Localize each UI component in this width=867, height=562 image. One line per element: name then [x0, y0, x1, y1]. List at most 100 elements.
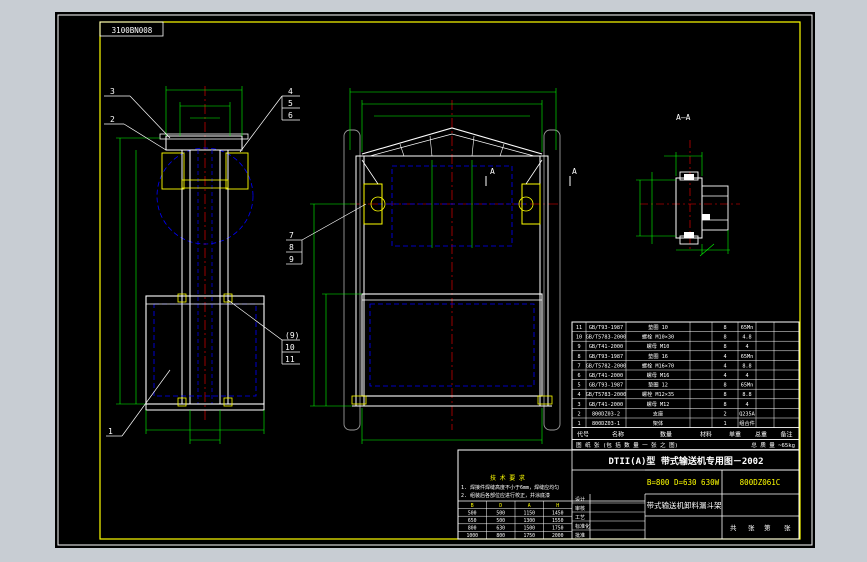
- bom-cell: 800DZ03-2: [592, 411, 620, 417]
- bom-cell: GB/T41-2000: [589, 402, 623, 408]
- bom-cell: 2: [723, 411, 726, 417]
- bom-cell: 8: [723, 383, 726, 389]
- bom-cell: 4.8: [742, 335, 751, 341]
- param-cell: H: [556, 503, 559, 509]
- bom-header-cell: 材料: [700, 431, 712, 439]
- bom-cell: 4: [723, 363, 726, 369]
- approval-label: 批准: [575, 532, 585, 539]
- bom-cell: 螺母 M16: [647, 371, 670, 379]
- notes-line-1: 1. 焊接件焊缝高度不小于6mm，焊缝应均匀: [461, 484, 559, 491]
- section-label: A—A: [676, 113, 691, 122]
- sheet-label-4: 张: [784, 523, 791, 532]
- bom-cell: 螺栓 M16×70: [642, 361, 674, 369]
- bom-cell: 11: [576, 325, 582, 331]
- param-cell: 500: [496, 518, 505, 524]
- bom-cell: GB/T5783-2000: [586, 392, 627, 398]
- param-cell: 800: [496, 533, 505, 539]
- bom-cell: 6: [577, 373, 580, 379]
- bom-cell: 螺母 M10: [647, 342, 670, 350]
- part-number-3: 3: [110, 87, 115, 96]
- param-cell: 1300: [523, 518, 535, 524]
- bom-cell: 架体: [653, 419, 664, 427]
- part-number-1: 1: [108, 427, 113, 436]
- bom-footer-right: 总 质 量 ~65kg: [751, 441, 795, 449]
- param-cell: A: [528, 503, 531, 509]
- bom-cell: GB/T93-1987: [589, 354, 623, 360]
- part-number-8: 8: [289, 243, 294, 252]
- bom-cell: 4: [577, 392, 580, 398]
- bom-header-cell: 单重: [729, 431, 741, 439]
- approval-label: 审核: [575, 505, 585, 512]
- bom-cell: 8.8: [742, 392, 751, 398]
- notes-heading: 技 术 要 求: [490, 474, 525, 482]
- spec-code: 800DZ061C: [740, 478, 781, 487]
- bom-cell: GB/T93-1987: [589, 383, 623, 389]
- part-number-9: 9: [289, 255, 294, 264]
- part-number-11: 11: [285, 355, 295, 364]
- approval-label: 设计: [575, 496, 585, 503]
- bom-header-cell: 代号: [577, 431, 589, 439]
- spec-line: B=800 D=630 630W: [647, 478, 720, 487]
- cad-drawing-canvas[interactable]: 3100BN008 3 2 4 5 6 1 (9) 10 11 A A 7 8 …: [0, 0, 867, 562]
- param-cell: 500: [468, 510, 477, 516]
- param-cell: 1750: [552, 526, 564, 532]
- param-cell: 1450: [552, 510, 564, 516]
- section-bolt-1: [684, 174, 694, 180]
- bom-cell: 8: [723, 335, 726, 341]
- param-cell: 800: [468, 526, 477, 532]
- bom-cell: 800DZ03-1: [592, 421, 620, 427]
- bom-cell: 4: [745, 344, 748, 350]
- bom-footer-left: 图 纸 张 (包 括 数 量 一 张 之 图): [576, 441, 678, 449]
- bom-cell: 4: [745, 402, 748, 408]
- bom-cell: Q235A: [739, 411, 755, 417]
- param-cell: 2000: [552, 533, 564, 539]
- bom-cell: 支座: [653, 409, 663, 417]
- section-mark-a-right: A: [572, 167, 577, 176]
- sheet-label-2: 张: [748, 523, 755, 532]
- bom-cell: 8: [723, 392, 726, 398]
- bom-header-cell: 总重: [755, 431, 767, 439]
- bom-cell: 1: [723, 421, 726, 427]
- bom-cell: 7: [577, 363, 580, 369]
- bom-cell: 8.8: [742, 363, 751, 369]
- part-number-2: 2: [110, 115, 115, 124]
- bom-cell: 组合件: [739, 419, 755, 427]
- param-cell: 1000: [466, 533, 478, 539]
- bom-cell: 5: [577, 383, 580, 389]
- bom-cell: 螺母 M12: [647, 400, 670, 408]
- param-cell: B: [471, 503, 474, 509]
- sheet-label-3: 第: [764, 523, 771, 532]
- bom-cell: 9: [577, 344, 580, 350]
- bom-cell: 65Mn: [741, 354, 754, 360]
- part-number-5: 5: [288, 99, 293, 108]
- sheet-label-1: 共: [730, 523, 737, 532]
- part-number-7: 7: [289, 231, 294, 240]
- bom-cell: 4: [723, 354, 726, 360]
- bom-cell: 1: [577, 421, 580, 427]
- bom-cell: GB/T41-2000: [589, 373, 623, 379]
- param-cell: 500: [496, 510, 505, 516]
- param-cell: 1550: [552, 518, 564, 524]
- bom-cell: 垫圈 12: [648, 381, 668, 389]
- part-number-4: 4: [288, 87, 293, 96]
- bom-cell: 垫圈 10: [648, 323, 668, 331]
- bom-cell: 65Mn: [741, 383, 754, 389]
- bom-cell: GB/T5782-2000: [586, 363, 627, 369]
- bom-cell: GB/T93-1987: [589, 325, 623, 331]
- bom-cell: 2: [577, 411, 580, 417]
- drawing-code: DTII(A)型 带式输送机专用图－2002: [608, 455, 763, 467]
- section-bolt-2: [684, 232, 694, 238]
- bom-cell: 8: [577, 354, 580, 360]
- param-cell: 1500: [523, 526, 535, 532]
- bom-cell: 8: [723, 402, 726, 408]
- bom-cell: 4: [723, 373, 726, 379]
- bom-cell: 螺栓 M10×30: [642, 333, 674, 341]
- bom-cell: 螺栓 M12×35: [642, 390, 674, 398]
- bom-cell: 3: [577, 402, 580, 408]
- bom-header-cell: 备注: [780, 431, 792, 439]
- notes-line-2: 2. 组装后各部位应进行校正，并涂底漆: [461, 492, 550, 499]
- bom-cell: 10: [576, 335, 582, 341]
- param-cell: 1750: [523, 533, 535, 539]
- bom-cell: GB/T5783-2000: [586, 335, 627, 341]
- bom-cell: 8: [723, 325, 726, 331]
